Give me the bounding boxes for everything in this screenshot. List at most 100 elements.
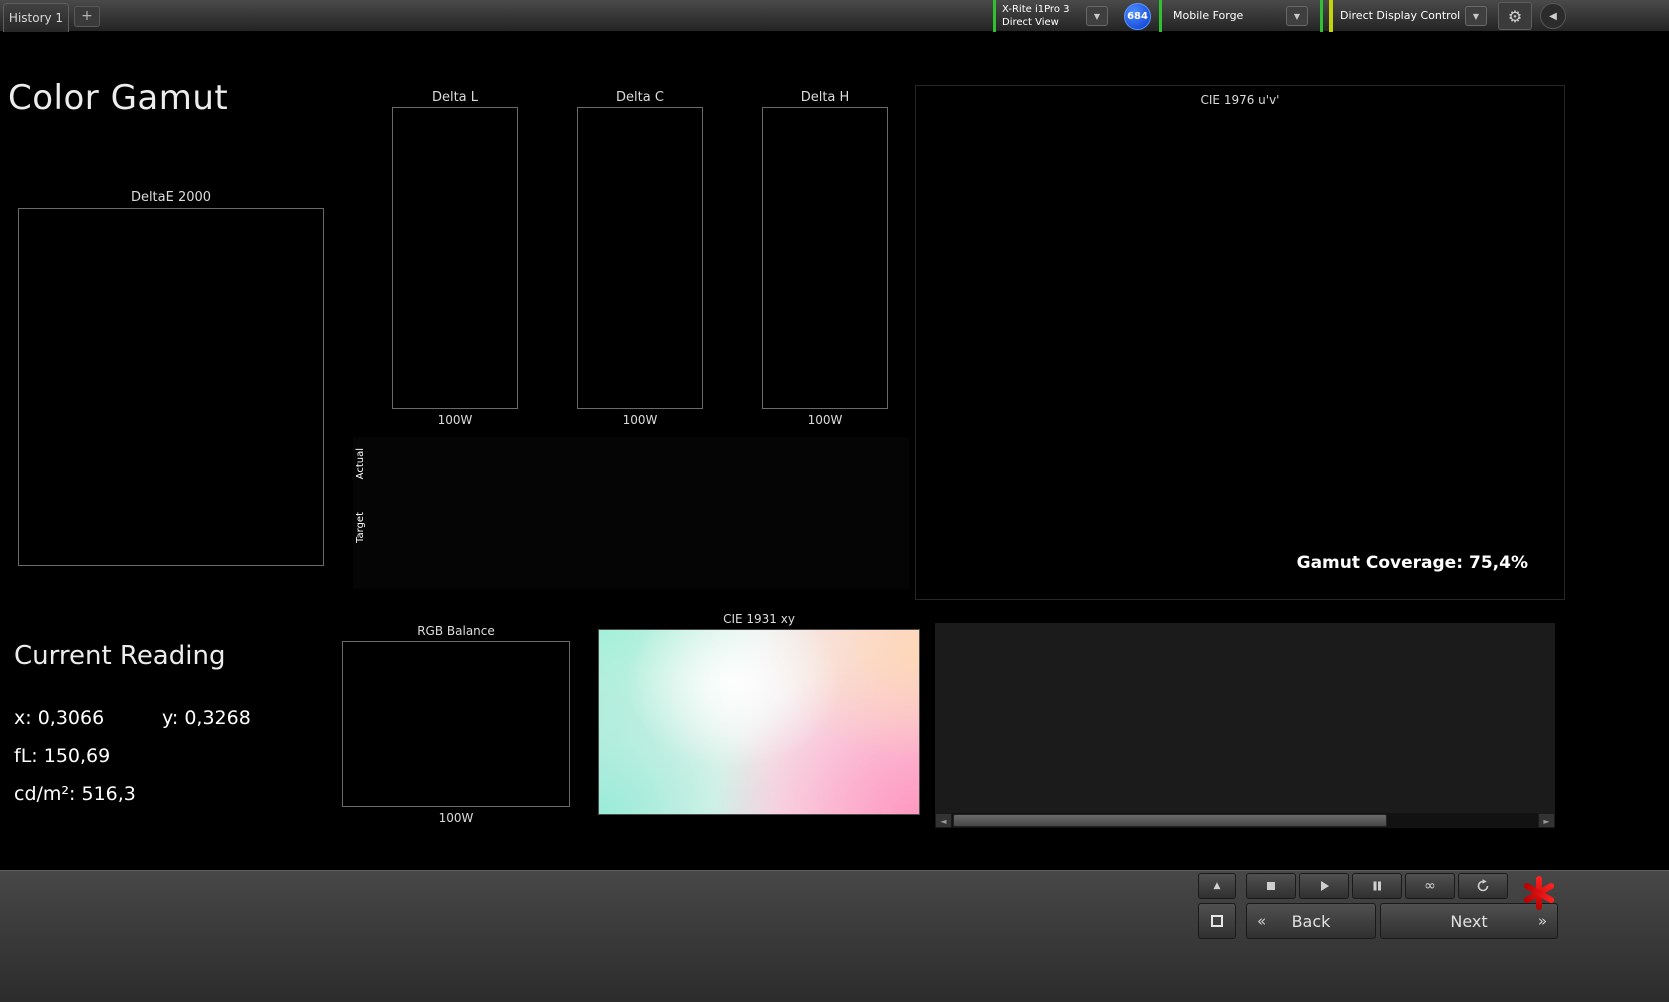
delta-l-chart: Delta L 100W [366, 90, 518, 427]
rgb-balance-yaxis [312, 641, 340, 807]
cie1976-diagram [916, 86, 1566, 601]
meter-mode: Direct View [1002, 17, 1059, 28]
gamut-coverage-value: 75,4% [1469, 553, 1528, 573]
meter-dropdown-button[interactable]: ▼ [1086, 6, 1108, 26]
rgb-balance-title: RGB Balance [417, 624, 495, 638]
gamut-coverage: Gamut Coverage: 75,4% [1291, 553, 1528, 573]
meter-selector[interactable]: X-Rite i1Pro 3 Direct View [1002, 3, 1070, 29]
results-table [935, 623, 1555, 813]
refresh-icon [1477, 879, 1489, 892]
reading-fl: fL: 150,69 [14, 745, 111, 767]
reading-y: y: 0,3268 [162, 707, 251, 729]
back-button[interactable]: « Back [1246, 903, 1376, 939]
delta-h-yaxis [736, 107, 760, 409]
history-tab-label: History 1 [8, 11, 64, 25]
swatch-row-labels: Actual Target [353, 442, 370, 589]
history-tab[interactable]: History 1 [3, 3, 69, 32]
plus-icon: + [81, 8, 93, 24]
delta-l-xlabel: 100W [437, 413, 473, 427]
up-arrow-icon: ▲ [1213, 881, 1221, 891]
next-button-label: Next [1450, 911, 1488, 931]
source-status-bar [1159, 0, 1162, 32]
gear-icon: ⚙ [1507, 6, 1523, 26]
delta-c-yaxis [551, 107, 575, 409]
rgb-balance-chart: RGB Balance 100W [312, 624, 570, 825]
rgb-balance-xlabel: 100W [438, 811, 474, 825]
current-reading-title: Current Reading [14, 641, 226, 671]
cie1976-title: CIE 1976 u'v' [1200, 93, 1280, 107]
window-icon [1211, 915, 1223, 927]
delta-c-chart: Delta C 100W [551, 90, 703, 427]
scrollbar-track[interactable] [952, 813, 1538, 828]
deltae2000-plot [18, 208, 324, 566]
deltae2000-chart: DeltaE 2000 [18, 190, 324, 585]
source-selector[interactable]: Mobile Forge [1173, 9, 1243, 22]
meter-count-badge: 684 [1124, 3, 1151, 30]
actual-target-swatches: Actual Target [353, 437, 909, 589]
expand-up-button[interactable]: ▲ [1198, 873, 1236, 899]
display-dropdown-button[interactable]: ▼ [1465, 6, 1487, 26]
rgb-balance-plot [342, 641, 570, 807]
meter-status-bar [993, 0, 996, 32]
stop-button[interactable] [1246, 873, 1296, 899]
play-button[interactable] [1299, 873, 1349, 899]
display-control-selector[interactable]: Direct Display Control [1340, 9, 1460, 22]
deltae2000-title: DeltaE 2000 [130, 190, 212, 205]
delta-h-xlabel: 100W [807, 413, 843, 427]
pause-button[interactable] [1352, 873, 1402, 899]
spectral-locus-fill [916, 86, 1566, 601]
delta-l-plot [392, 107, 518, 409]
display-control-name: Direct Display Control [1340, 9, 1461, 22]
stop-icon [1267, 882, 1275, 890]
back-button-label: Back [1291, 911, 1331, 931]
page-title: Color Gamut [8, 78, 229, 118]
calman-asterisk-icon [1516, 871, 1562, 915]
display-status-bar-green [1320, 0, 1323, 32]
add-tab-button[interactable]: + [74, 6, 100, 27]
delta-c-plot [577, 107, 703, 409]
reading-x: x: 0,3066 [14, 707, 105, 729]
chevron-down-icon: ▼ [1093, 11, 1101, 21]
scroll-right-button[interactable]: ► [1538, 813, 1555, 828]
app-window: History 1 + X-Rite i1Pro 3 Direct View ▼… [0, 0, 1669, 1002]
pattern-window-button[interactable] [1198, 903, 1236, 939]
cie1976-panel: CIE 1976 u'v' Gamut Coverage: 75,4% [915, 85, 1565, 600]
delta-c-title: Delta C [616, 90, 664, 105]
settings-button[interactable]: ⚙ [1498, 2, 1532, 30]
delta-h-plot [762, 107, 888, 409]
deltae2000-xaxis [18, 569, 324, 585]
continuous-measure-button[interactable]: ∞ [1405, 873, 1455, 899]
infinity-icon: ∞ [1424, 878, 1436, 894]
scrollbar-thumb[interactable] [953, 814, 1387, 827]
bottom-toolbar: ▲ ∞ « Back Next » [0, 870, 1669, 1002]
delta-l-title: Delta L [431, 90, 479, 105]
refresh-button[interactable] [1458, 873, 1508, 899]
chevron-left-icon: ◀ [1549, 10, 1557, 22]
play-icon [1321, 881, 1329, 891]
scroll-left-button[interactable]: ◄ [935, 813, 952, 828]
cie1931-chart: CIE 1931 xy [598, 612, 920, 815]
pause-icon [1373, 881, 1381, 891]
delta-c-xlabel: 100W [622, 413, 658, 427]
current-reading: Current Reading x: 0,3066 y: 0,3268 fL: … [14, 641, 334, 821]
collapse-panel-button[interactable]: ◀ [1540, 3, 1566, 29]
delta-l-yaxis [366, 107, 390, 409]
chevron-down-icon: ▼ [1293, 11, 1301, 21]
actual-row-label: Actual [355, 448, 366, 480]
delta-h-chart: Delta H 100W [736, 90, 888, 427]
display-status-bar-yellow [1329, 0, 1333, 32]
cie1931-field [598, 629, 920, 815]
source-dropdown-button[interactable]: ▼ [1286, 6, 1308, 26]
chevrons-left-icon: « [1257, 912, 1267, 930]
top-toolbar: History 1 + X-Rite i1Pro 3 Direct View ▼… [0, 0, 1669, 32]
cie1931-title: CIE 1931 xy [723, 612, 795, 626]
source-name: Mobile Forge [1173, 9, 1244, 22]
target-row-label: Target [355, 512, 366, 543]
badge-value: 684 [1127, 11, 1148, 22]
gamut-coverage-label: Gamut Coverage: [1296, 553, 1464, 573]
delta-h-title: Delta H [800, 90, 850, 105]
reading-cdm2: cd/m²: 516,3 [14, 783, 136, 805]
meter-name: X-Rite i1Pro 3 [1002, 4, 1070, 15]
chevron-down-icon: ▼ [1472, 11, 1480, 21]
table-scrollbar[interactable]: ◄ ► [935, 813, 1555, 828]
